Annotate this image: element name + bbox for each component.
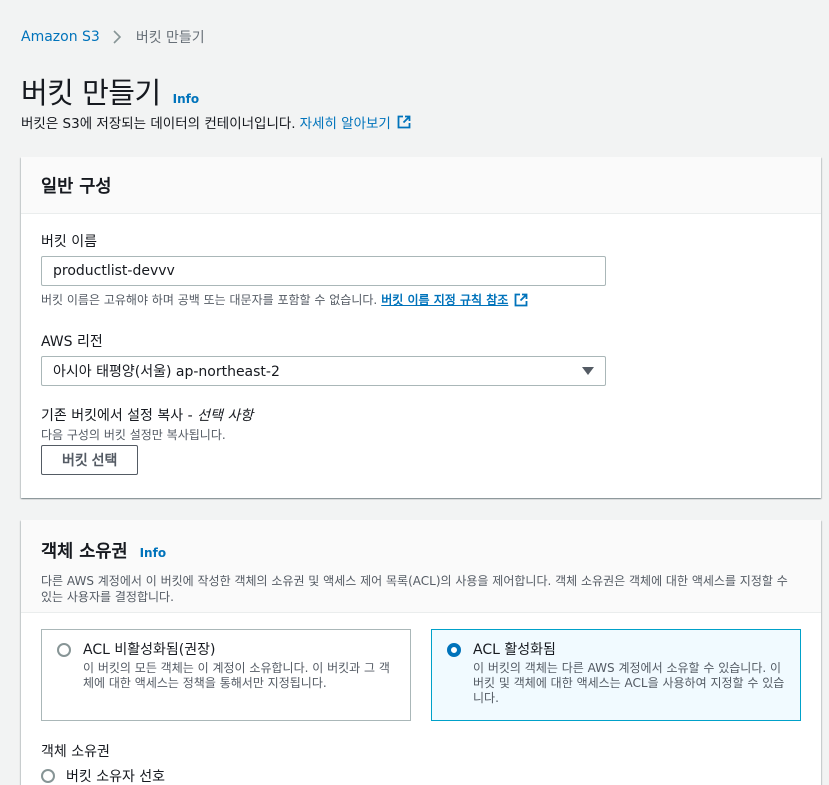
page-info-link[interactable]: Info (173, 92, 199, 106)
bucket-owner-preferred-radio[interactable] (41, 769, 55, 783)
acl-enabled-description: 이 버킷의 객체는 다른 AWS 계정에서 소유할 수 있습니다. 이 버킷 및… (473, 661, 785, 705)
object-ownership-panel: 객체 소유권 Info 다른 AWS 계정에서 이 버킷에 작성한 객체의 소유… (21, 520, 821, 785)
copy-settings-hint: 다음 구성의 버킷 설정만 복사됩니다. (41, 428, 226, 442)
object-ownership-label: 객체 소유권 (41, 744, 110, 760)
page-description-text: 버킷은 S3에 저장되는 데이터의 컨테이너입니다. (21, 116, 296, 132)
object-ownership-title-row: 객체 소유권 Info (41, 538, 801, 563)
choose-bucket-button[interactable]: 버킷 선택 (41, 445, 139, 475)
bucket-owner-preferred-option[interactable]: 버킷 소유자 선호 (41, 766, 165, 785)
external-link-icon (397, 115, 411, 129)
copy-settings-label: 기존 버킷에서 설정 복사 - 선택 사항 (41, 405, 253, 425)
aws-region-value: 아시아 태평양(서울) ap-northeast-2 (53, 364, 280, 380)
object-ownership-description: 다른 AWS 계정에서 이 버킷에 작성한 객체의 소유권 및 액세스 제어 목… (41, 574, 788, 604)
caret-down-icon (582, 367, 594, 375)
acl-disabled-tile[interactable]: ACL 비활성화됨(권장) 이 버킷의 모든 객체는 이 계정이 소유합니다. … (41, 629, 411, 721)
acl-disabled-title: ACL 비활성화됨(권장) (83, 642, 216, 658)
breadcrumb-amazon-s3-link[interactable]: Amazon S3 (21, 29, 100, 45)
bucket-name-hint-text: 버킷 이름은 고유해야 하며 공백 또는 대문자를 포함할 수 없습니다. (41, 293, 378, 307)
bucket-naming-rules-link[interactable]: 버킷 이름 지정 규칙 참조 (381, 291, 528, 308)
acl-enabled-radio[interactable] (447, 643, 461, 657)
copy-settings-optional: 선택 사항 (197, 408, 254, 424)
acl-enabled-body: ACL 활성화됨 이 버킷의 객체는 다른 AWS 계정에서 소유할 수 있습니… (473, 640, 785, 708)
page-header: 버킷 만들기 Info (21, 70, 199, 112)
chevron-right-icon (113, 30, 125, 44)
object-ownership-title: 객체 소유권 (41, 542, 128, 562)
breadcrumb-current: 버킷 만들기 (135, 30, 205, 46)
bucket-naming-rules-label: 버킷 이름 지정 규칙 참조 (381, 293, 509, 307)
general-configuration-title: 일반 구성 (41, 176, 112, 197)
bucket-name-label: 버킷 이름 (41, 234, 97, 250)
bucket-name-input[interactable]: productlist-devvv (41, 256, 606, 286)
bucket-owner-preferred-label: 버킷 소유자 선호 (66, 769, 166, 785)
copy-settings-label-text: 기존 버킷에서 설정 복사 - (41, 408, 198, 424)
acl-disabled-description: 이 버킷의 모든 객체는 이 계정이 소유합니다. 이 버킷과 그 객체에 대한… (83, 661, 390, 690)
object-ownership-header: 객체 소유권 Info 다른 AWS 계정에서 이 버킷에 작성한 객체의 소유… (21, 520, 821, 613)
object-ownership-info-link[interactable]: Info (140, 546, 166, 560)
acl-enabled-tile[interactable]: ACL 활성화됨 이 버킷의 객체는 다른 AWS 계정에서 소유할 수 있습니… (431, 629, 801, 721)
external-link-icon (514, 293, 528, 307)
acl-disabled-radio[interactable] (57, 643, 71, 657)
acl-disabled-body: ACL 비활성화됨(권장) 이 버킷의 모든 객체는 이 계정이 소유합니다. … (83, 640, 395, 708)
general-configuration-panel: 일반 구성 버킷 이름 productlist-devvv 버킷 이름은 고유해… (21, 157, 821, 498)
page-title: 버킷 만들기 (21, 76, 161, 110)
page-description: 버킷은 S3에 저장되는 데이터의 컨테이너입니다. 자세히 알아보기 (21, 112, 411, 132)
aws-region-select[interactable]: 아시아 태평양(서울) ap-northeast-2 (41, 356, 606, 386)
bucket-name-hint: 버킷 이름은 고유해야 하며 공백 또는 대문자를 포함할 수 없습니다. 버킷… (41, 291, 528, 308)
general-configuration-header: 일반 구성 (21, 157, 821, 214)
breadcrumb: Amazon S3 버킷 만들기 (21, 27, 205, 47)
learn-more-link[interactable]: 자세히 알아보기 (300, 112, 411, 132)
acl-enabled-title: ACL 활성화됨 (473, 642, 556, 658)
aws-region-label: AWS 리전 (41, 334, 103, 350)
learn-more-label: 자세히 알아보기 (299, 116, 391, 132)
